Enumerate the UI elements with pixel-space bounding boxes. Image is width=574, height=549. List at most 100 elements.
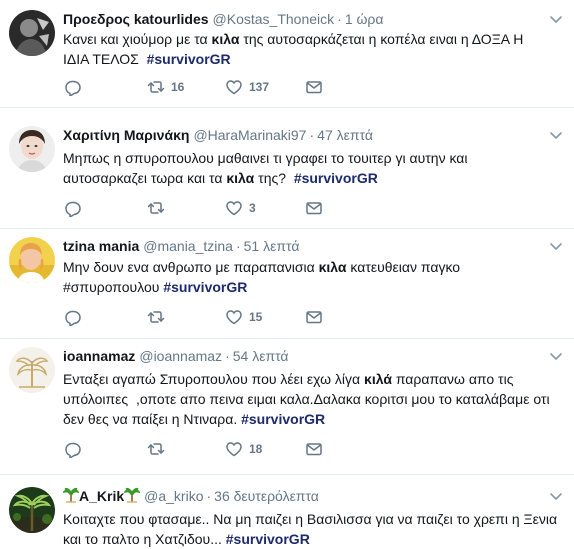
retweet-button[interactable]: 16 [147,78,184,96]
retweet-icon [147,308,165,326]
retweet-icon [147,199,165,217]
tweet-divider [0,338,574,339]
tweet-text: Κοιταχτε που φτασαμε.. Να μη παιζει η Βα… [63,509,563,549]
tweet-header: ioannamaz @ioannamaz · 54 λεπτά [63,347,289,365]
avatar[interactable] [9,347,55,393]
hashtag-link[interactable]: #survivorGR [226,531,310,547]
keyword-highlight: κιλά [364,371,392,387]
separator-dot: · [235,238,241,254]
text-segment: της? [254,170,294,186]
user-handle[interactable]: @HaraMarinaki97 [193,127,306,143]
tweet-text-line: Μην δουν ενα ανθρωπο με παραπανισια κιλα… [63,257,563,277]
timestamp[interactable]: 36 δευτερόλεπτα [214,488,319,504]
mail-icon [305,199,323,217]
user-handle[interactable]: @a_kriko [144,488,203,504]
separator-dot: · [337,11,342,27]
text-segment: #σπυροπουλου [63,279,164,295]
text-segment: αυτοσαρκαζει τωρα και τα [63,170,227,186]
text-segment: Κοιταχτε που φτασαμε.. Να μη παιζει η Βα… [63,511,558,527]
avatar[interactable] [9,487,55,533]
keyword-highlight: κιλα [211,31,240,47]
display-name[interactable]: Χαριτίνη Μαρινάκη [63,127,189,143]
chevron-down-icon[interactable] [548,238,564,254]
user-handle[interactable]: @mania_tzina [143,238,233,254]
chevron-down-icon[interactable] [548,348,564,364]
user-handle[interactable]: @Kostas_Thoneick [213,11,335,27]
tweet-divider [0,474,574,475]
tweet-text-line: Κοιταχτε που φτασαμε.. Να μη παιζει η Βα… [63,509,563,529]
user-handle[interactable]: @ioannamaz [139,348,222,364]
message-button[interactable] [305,308,323,326]
text-segment: Κανει και χιούμορ με τα [63,31,212,47]
timestamp[interactable]: 54 λεπτά [233,348,289,364]
text-segment: και το παλτο η Χατζιδου... [63,531,226,547]
tweet-divider [0,107,574,108]
tweet-text: Ενταξει αγαπώ Σπυροπουλου που λέει εχω λ… [63,369,563,429]
tweet-text-line: αυτοσαρκαζει τωρα και τα κιλα της? #surv… [63,168,563,188]
like-button[interactable]: 18 [225,440,262,458]
reply-icon [63,440,81,458]
like-count: 18 [249,442,263,456]
display-name[interactable]: tzina mania [63,238,139,254]
message-button[interactable] [305,78,323,96]
message-button[interactable] [305,440,323,458]
separator-dot: · [309,127,315,143]
reply-button[interactable] [63,199,81,217]
avatar[interactable] [9,237,55,283]
text-segment: υπόλοιπες ,οποτε απο πεινα ειμαι καλα.Δα… [63,391,550,407]
palm-tree-emoji [62,487,80,503]
like-button[interactable]: 137 [225,78,269,96]
retweet-icon [147,440,165,458]
retweet-button[interactable] [147,199,171,217]
retweet-count: 16 [171,80,185,94]
chevron-down-icon[interactable] [548,127,564,143]
tweet-header: A_Krik @a_kriko · 36 δευτερόλεπτα [62,487,319,505]
like-icon [225,78,243,96]
tweet-text-line: δεν θες να παίξει η Ντιναρα. #survivorGR [63,409,563,429]
chevron-down-icon[interactable] [548,11,564,27]
like-icon [225,199,243,217]
text-segment: παραπανω απο τις [391,371,514,387]
mail-icon [305,308,323,326]
timestamp[interactable]: 51 λεπτά [244,238,300,254]
text-segment: Μην δουν ενα ανθρωπο με παραπανισια [63,259,319,275]
message-button[interactable] [305,199,323,217]
tweet-text-line: και το παλτο η Χατζιδου... #survivorGR [63,529,563,549]
display-name[interactable]: A_Krik [79,488,124,504]
like-button[interactable]: 3 [225,199,256,217]
tweet-header: Χαριτίνη Μαρινάκη @HaraMarinaki97 · 47 λεπτ… [63,126,373,144]
reply-button[interactable] [63,308,81,326]
hashtag-link[interactable]: #survivorGR [147,51,231,67]
mail-icon [305,78,323,96]
separator-dot: · [206,488,212,504]
timestamp[interactable]: 1 ώρα [345,11,384,27]
hashtag-link[interactable]: #survivorGR [241,411,325,427]
display-name[interactable]: Προεδρος katourlides [63,11,209,27]
avatar[interactable] [9,126,55,172]
like-button[interactable]: 15 [225,308,262,326]
avatar[interactable] [9,10,55,56]
tweet-text-line: Ενταξει αγαπώ Σπυροπουλου που λέει εχω λ… [63,369,563,389]
tweet-header: Προεδρος katourlides @Kostas_Thoneick · 1 ώ… [63,10,383,28]
timestamp[interactable]: 47 λεπτά [317,127,373,143]
tweet-text-line: Μηπως η σπυροπουλου μαθαινει τι γραφει τ… [63,148,563,168]
text-segment: κατευθειαν παγκο [346,259,461,275]
hashtag-link[interactable]: #survivorGR [163,279,247,295]
text-segment: δεν θες να παίξει η Ντιναρα. [63,411,242,427]
retweet-button[interactable] [147,440,171,458]
text-segment: ΙΔΙΑ ΤΕΛΟΣ [63,51,147,67]
retweet-button[interactable] [147,308,171,326]
tweet-text-line: #σπυροπουλου #survivorGR [63,277,563,297]
hashtag-link[interactable]: #survivorGR [294,170,378,186]
reply-icon [63,308,81,326]
keyword-highlight: κιλα [318,259,347,275]
like-count: 137 [249,80,270,94]
tweet-text-line: ΙΔΙΑ ΤΕΛΟΣ #survivorGR [63,49,563,69]
display-name[interactable]: ioannamaz [63,348,135,364]
tweet-text: Μηπως η σπυροπουλου μαθαινει τι γραφει τ… [63,148,563,188]
chevron-down-icon[interactable] [548,488,564,504]
reply-button[interactable] [63,78,81,96]
retweet-icon [147,78,165,96]
reply-button[interactable] [63,440,81,458]
like-count: 3 [249,201,256,215]
